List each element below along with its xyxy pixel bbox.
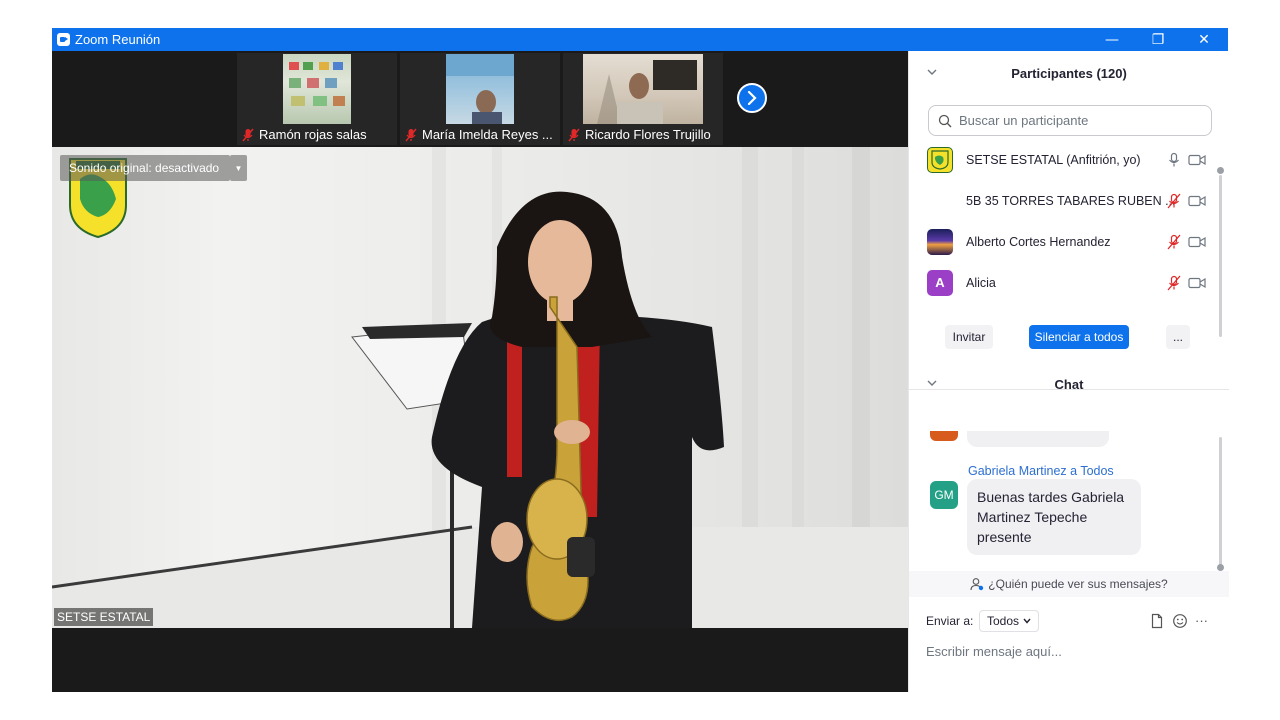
participants-scrollbar[interactable] <box>1219 175 1222 337</box>
chat-messages: Gabriela Martinez a Todos GM Buenas tard… <box>909 431 1229 571</box>
chat-sender[interactable]: Gabriela Martinez a Todos <box>968 464 1114 478</box>
zoom-window: Zoom Reunión — ❐ ✕ Ramón rojas salas Mar… <box>52 28 1229 692</box>
video-camera-icon[interactable] <box>1188 153 1206 167</box>
file-icon[interactable] <box>1149 613 1165 629</box>
meeting-area: Ramón rojas salas María Imelda Reyes ...… <box>52 51 908 692</box>
invite-button[interactable]: Invitar <box>945 325 993 349</box>
close-button[interactable]: ✕ <box>1181 28 1227 51</box>
mic-muted-icon <box>405 128 417 141</box>
who-can-see-messages[interactable]: ¿Quién puede ver sus mensajes? <box>909 571 1229 597</box>
scrollbar-arrow-down[interactable] <box>1217 564 1224 571</box>
user-visibility-icon <box>970 578 984 591</box>
restore-button[interactable]: ❐ <box>1135 28 1181 51</box>
participant-name: Alberto Cortes Hernandez <box>966 234 1111 249</box>
chat-bubble <box>967 431 1109 447</box>
chat-header: Chat <box>909 369 1229 399</box>
more-options-button[interactable]: ... <box>1166 325 1190 349</box>
avatar: A <box>927 269 953 296</box>
participants-header: Participantes (120) <box>909 58 1229 88</box>
organization-logo-icon <box>931 149 949 170</box>
original-sound-toggle[interactable]: Sonido original: desactivado <box>60 155 230 181</box>
mic-muted-icon <box>242 128 254 141</box>
video-camera-icon[interactable] <box>1188 194 1206 208</box>
chevron-down-icon[interactable] <box>927 378 937 388</box>
mute-all-button[interactable]: Silenciar a todos <box>1029 325 1129 349</box>
thumbnail-name: María Imelda Reyes ... <box>422 127 553 142</box>
side-panel: Participantes (120) SETSE ESTATAL (Anfit <box>908 51 1229 692</box>
participant-row[interactable]: Alberto Cortes Hernandez <box>909 221 1219 262</box>
participant-thumbnail[interactable]: María Imelda Reyes ... <box>400 53 560 145</box>
who-sees-text: ¿Quién puede ver sus mensajes? <box>988 577 1168 591</box>
recipient-select[interactable]: Todos <box>979 610 1040 632</box>
mic-muted-icon <box>568 128 580 141</box>
participant-search-input[interactable] <box>957 112 1201 129</box>
participant-search[interactable] <box>928 105 1212 136</box>
thumbnail-name-tag: María Imelda Reyes ... <box>404 127 553 142</box>
avatar <box>930 431 958 441</box>
original-sound-dropdown[interactable]: ▼ <box>230 155 247 181</box>
window-title: Zoom Reunión <box>75 32 161 47</box>
participant-thumbnail[interactable]: Ramón rojas salas <box>237 53 397 145</box>
participant-row[interactable]: A Alicia <box>909 262 1219 303</box>
video-frame-graphic <box>289 62 345 106</box>
more-icon[interactable]: ··· <box>1195 613 1211 629</box>
chat-message-input[interactable] <box>926 640 1216 662</box>
next-page-button[interactable] <box>737 83 767 113</box>
avatar <box>927 146 953 173</box>
chat-scrollbar[interactable] <box>1219 437 1222 571</box>
speaker-name-tag: SETSE ESTATAL <box>54 608 154 626</box>
speaker-video-frame <box>52 147 908 628</box>
recipient-value: Todos <box>987 614 1020 628</box>
search-icon <box>938 114 952 127</box>
zoom-app-icon <box>57 33 70 46</box>
chevron-down-icon <box>1023 618 1031 624</box>
thumbnail-name-tag: Ricardo Flores Trujillo <box>567 127 711 142</box>
participant-video <box>283 54 351 124</box>
send-to-label: Enviar a: <box>926 614 974 628</box>
caret-down-icon: ▼ <box>234 163 243 173</box>
thumbnail-name-tag: Ramón rojas salas <box>241 127 367 142</box>
chevron-right-icon <box>747 91 757 105</box>
participant-list: SETSE ESTATAL (Anfitrión, yo) 5B 35 TORR… <box>909 139 1219 303</box>
mic-muted-icon[interactable] <box>1166 193 1182 209</box>
participant-row[interactable]: SETSE ESTATAL (Anfitrión, yo) <box>909 139 1219 180</box>
video-frame-graphic <box>597 60 697 124</box>
video-camera-icon[interactable] <box>1188 276 1206 290</box>
microphone-icon[interactable] <box>1166 152 1182 168</box>
participant-video <box>446 54 514 124</box>
chat-title: Chat <box>1054 376 1084 392</box>
thumbnail-name: Ricardo Flores Trujillo <box>585 127 711 142</box>
participant-thumbnail[interactable]: Ricardo Flores Trujillo <box>563 53 723 145</box>
avatar <box>927 228 953 255</box>
title-bar: Zoom Reunión — ❐ ✕ <box>52 28 1228 51</box>
avatar: GM <box>930 481 958 509</box>
video-camera-icon[interactable] <box>1188 235 1206 249</box>
participant-video <box>583 54 703 124</box>
participant-name: 5B 35 TORRES TABARES RUBEN ... <box>966 193 1176 208</box>
participant-name: Alicia <box>966 275 996 290</box>
participant-row[interactable]: 5B 35 TORRES TABARES RUBEN ... <box>909 180 1219 221</box>
mic-muted-icon[interactable] <box>1166 275 1182 291</box>
chat-bubble: Buenas tardes Gabriela Martinez Tepeche … <box>967 479 1141 555</box>
video-frame-graphic <box>446 54 514 124</box>
participant-name: SETSE ESTATAL (Anfitrión, yo) <box>966 152 1141 167</box>
thumbnail-name: Ramón rojas salas <box>259 127 367 142</box>
chevron-down-icon[interactable] <box>927 67 937 77</box>
emoji-icon[interactable] <box>1172 613 1188 629</box>
participants-title: Participantes (120) <box>1011 65 1127 81</box>
active-speaker-video[interactable]: Sonido original: desactivado ▼ SETSE EST… <box>52 147 908 628</box>
mic-muted-icon[interactable] <box>1166 234 1182 250</box>
minimize-button[interactable]: — <box>1089 28 1135 51</box>
